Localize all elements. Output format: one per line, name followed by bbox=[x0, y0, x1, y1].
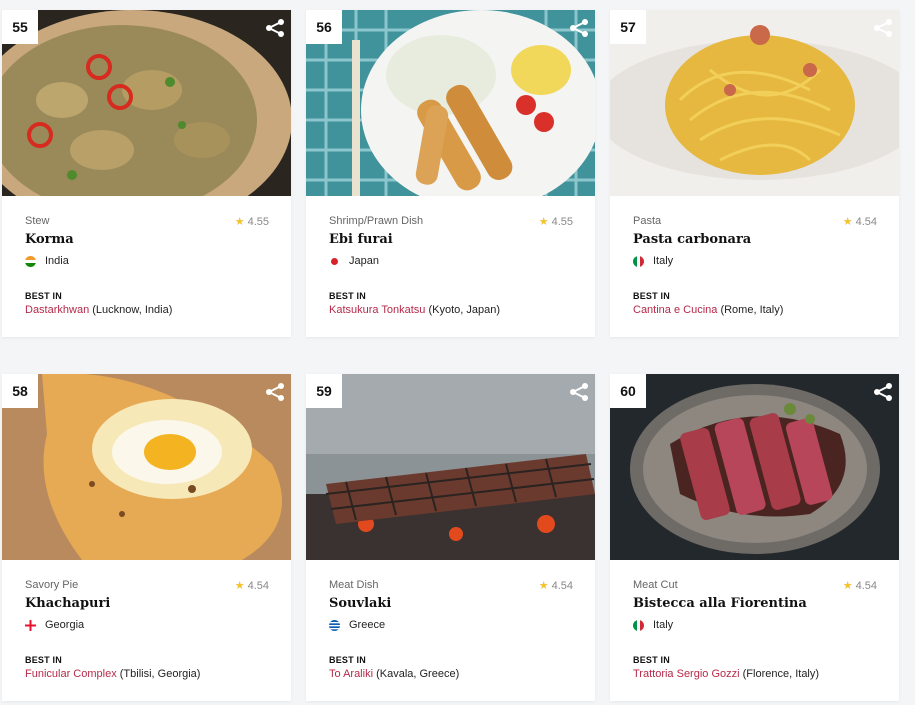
best-in-place: Dastarkhwan (Lucknow, India) bbox=[25, 304, 172, 316]
dish-card-korma[interactable]: 55 Stew ★ 4.55 Korma India BEST IN Dastar… bbox=[2, 10, 291, 337]
country-name: Georgia bbox=[45, 619, 85, 631]
dish-country[interactable]: Italy bbox=[633, 255, 673, 267]
japan-flag-icon bbox=[329, 255, 340, 267]
rating-value: 4.54 bbox=[855, 216, 877, 228]
best-in-place: Trattoria Sergio Gozzi (Florence, Italy) bbox=[633, 668, 819, 680]
rating-value: 4.55 bbox=[551, 216, 573, 228]
share-icon[interactable] bbox=[263, 16, 287, 40]
rank-badge: 59 bbox=[306, 374, 342, 408]
dish-image-korma[interactable] bbox=[2, 10, 291, 196]
dish-rating: ★ 4.54 bbox=[843, 215, 877, 228]
restaurant-location: (Florence, Italy) bbox=[739, 668, 820, 680]
best-in-label: BEST IN bbox=[25, 291, 62, 301]
dish-name[interactable]: Souvlaki bbox=[329, 596, 391, 611]
restaurant-link[interactable]: Funicular Complex bbox=[25, 668, 117, 680]
dish-image-ebi-furai[interactable] bbox=[306, 10, 595, 196]
restaurant-link[interactable]: Cantina e Cucina bbox=[633, 304, 717, 316]
dish-name[interactable]: Korma bbox=[25, 232, 74, 247]
best-in-label: BEST IN bbox=[329, 655, 366, 665]
dish-rating: ★ 4.55 bbox=[539, 215, 573, 228]
restaurant-location: (Kyoto, Japan) bbox=[425, 304, 501, 316]
best-in-place: Katsukura Tonkatsu (Kyoto, Japan) bbox=[329, 304, 500, 316]
georgia-flag-icon bbox=[25, 619, 36, 631]
rank-badge: 57 bbox=[610, 10, 646, 44]
dish-card-bistecca[interactable]: 60 Meat Cut ★ 4.54 Bistecca alla Fiorenti… bbox=[610, 374, 899, 701]
dish-name[interactable]: Khachapuri bbox=[25, 596, 110, 611]
rating-value: 4.54 bbox=[855, 580, 877, 592]
restaurant-link[interactable]: Dastarkhwan bbox=[25, 304, 89, 316]
dish-card-souvlaki[interactable]: 59 Meat Dish ★ 4.54 Souvlaki Greece BEST … bbox=[306, 374, 595, 701]
restaurant-link[interactable]: Trattoria Sergio Gozzi bbox=[633, 668, 740, 680]
rank-badge: 56 bbox=[306, 10, 342, 44]
greece-flag-icon bbox=[329, 619, 340, 631]
best-in-label: BEST IN bbox=[633, 655, 670, 665]
share-icon[interactable] bbox=[567, 16, 591, 40]
india-flag-icon bbox=[25, 255, 36, 267]
star-icon: ★ bbox=[842, 216, 853, 228]
best-in-place: Cantina e Cucina (Rome, Italy) bbox=[633, 304, 783, 316]
share-icon[interactable] bbox=[263, 380, 287, 404]
italy-flag-icon bbox=[633, 619, 644, 631]
dish-country[interactable]: Greece bbox=[329, 619, 385, 631]
dish-name[interactable]: Bistecca alla Fiorentina bbox=[633, 596, 807, 611]
dish-card-ebi-furai[interactable]: 56 Shrimp/Prawn Dish ★ 4.55 Ebi furai Jap… bbox=[306, 10, 595, 337]
share-icon[interactable] bbox=[871, 380, 895, 404]
dish-name[interactable]: Ebi furai bbox=[329, 232, 393, 247]
rank-badge: 60 bbox=[610, 374, 646, 408]
rating-value: 4.54 bbox=[551, 580, 573, 592]
best-in-place: Funicular Complex (Tbilisi, Georgia) bbox=[25, 668, 200, 680]
dish-country[interactable]: India bbox=[25, 255, 69, 267]
italy-flag-icon bbox=[633, 255, 644, 267]
dish-country[interactable]: Georgia bbox=[25, 619, 84, 631]
restaurant-location: (Rome, Italy) bbox=[717, 304, 784, 316]
best-in-label: BEST IN bbox=[633, 291, 670, 301]
rating-value: 4.55 bbox=[247, 216, 269, 228]
dish-rating: ★ 4.54 bbox=[539, 579, 573, 592]
country-name: India bbox=[45, 255, 69, 267]
dish-rating: ★ 4.55 bbox=[235, 215, 269, 228]
dish-image-souvlaki[interactable] bbox=[306, 374, 595, 560]
star-icon: ★ bbox=[538, 216, 549, 228]
rank-badge: 58 bbox=[2, 374, 38, 408]
star-icon: ★ bbox=[234, 580, 245, 592]
dish-country[interactable]: Japan bbox=[329, 255, 379, 267]
best-in-label: BEST IN bbox=[329, 291, 366, 301]
restaurant-link[interactable]: To Araliki bbox=[329, 668, 373, 680]
dish-image-pasta-carbonara[interactable] bbox=[610, 10, 899, 196]
dish-card-khachapuri[interactable]: 58 Savory Pie ★ 4.54 Khachapuri Georgia B… bbox=[2, 374, 291, 701]
dish-category: Meat Dish bbox=[329, 579, 379, 591]
best-in-label: BEST IN bbox=[25, 655, 62, 665]
share-icon[interactable] bbox=[871, 16, 895, 40]
dish-category: Meat Cut bbox=[633, 579, 678, 591]
dish-country[interactable]: Italy bbox=[633, 619, 673, 631]
star-icon: ★ bbox=[538, 580, 549, 592]
rank-badge: 55 bbox=[2, 10, 38, 44]
restaurant-location: (Kavala, Greece) bbox=[373, 668, 460, 680]
star-icon: ★ bbox=[234, 216, 245, 228]
best-in-place: To Araliki (Kavala, Greece) bbox=[329, 668, 459, 680]
restaurant-location: (Lucknow, India) bbox=[89, 304, 173, 316]
dish-rating: ★ 4.54 bbox=[235, 579, 269, 592]
dish-image-khachapuri[interactable] bbox=[2, 374, 291, 560]
country-name: Italy bbox=[653, 619, 674, 631]
dish-image-bistecca[interactable] bbox=[610, 374, 899, 560]
dish-category: Savory Pie bbox=[25, 579, 79, 591]
dish-card-pasta-carbonara[interactable]: 57 Pasta ★ 4.54 Pasta carbonara Italy BES… bbox=[610, 10, 899, 337]
dish-category: Pasta bbox=[633, 215, 662, 227]
country-name: Greece bbox=[349, 619, 386, 631]
dish-category: Shrimp/Prawn Dish bbox=[329, 215, 424, 227]
restaurant-link[interactable]: Katsukura Tonkatsu bbox=[329, 304, 425, 316]
dish-rating: ★ 4.54 bbox=[843, 579, 877, 592]
country-name: Japan bbox=[349, 255, 379, 267]
dish-name[interactable]: Pasta carbonara bbox=[633, 232, 751, 247]
rating-value: 4.54 bbox=[247, 580, 269, 592]
share-icon[interactable] bbox=[567, 380, 591, 404]
restaurant-location: (Tbilisi, Georgia) bbox=[116, 668, 201, 680]
star-icon: ★ bbox=[842, 580, 853, 592]
dish-category: Stew bbox=[25, 215, 50, 227]
country-name: Italy bbox=[653, 255, 674, 267]
